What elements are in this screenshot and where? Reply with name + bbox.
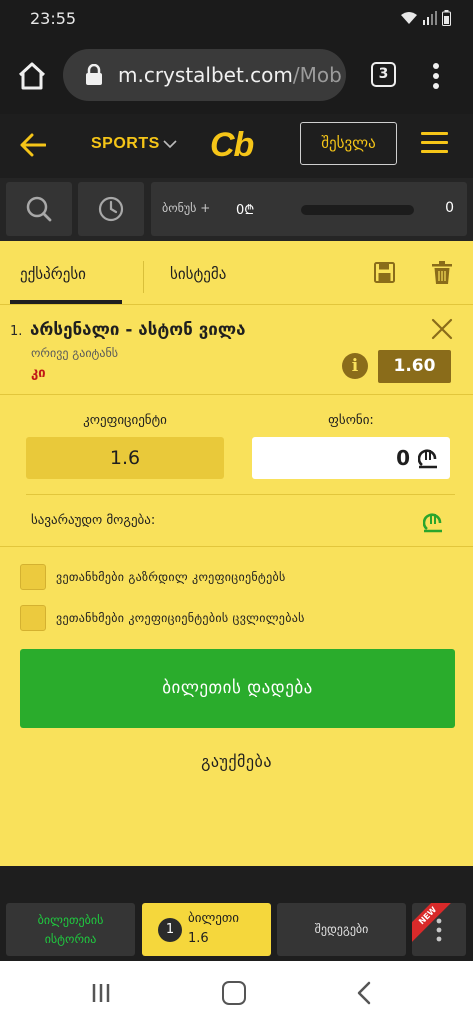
betslip-count-badge: 1 (158, 918, 182, 942)
accept-odds-change-label: ვეთანხმები კოეფიციენტების ცვლილებას (56, 611, 305, 625)
odd-badge: 1.60 (378, 350, 451, 383)
home-icon[interactable] (16, 60, 48, 92)
logo[interactable]: Cb (210, 126, 254, 165)
close-icon[interactable] (431, 318, 453, 340)
accept-odds-change-checkbox[interactable] (20, 605, 46, 631)
stake-input[interactable]: 0 (252, 437, 450, 479)
betslip-tab-odds: 1.6 (188, 931, 209, 946)
home-button[interactable] (222, 981, 246, 1005)
bottom-tab-bar: ბილეთების ისტორია 1 ბილეთი 1.6 შედეგები … (0, 866, 473, 961)
status-bar: 23:55 (0, 0, 473, 38)
bet-event-name: არსენალი - ასტონ ვილა (30, 320, 246, 340)
coefficient-value: 1.6 (26, 437, 224, 479)
coefficient-label: კოეფიციენტი (83, 413, 167, 428)
cancel-button[interactable]: გაუქმება (0, 752, 473, 771)
accept-higher-odds-option[interactable]: ვეთანხმები გაზრდილ კოეფიციენტებს (20, 564, 460, 592)
tab-divider (143, 261, 144, 293)
new-badge: NEW (412, 903, 455, 943)
search-icon (26, 196, 52, 222)
bonus-progress[interactable]: ბონუს + 0₾ 0 (151, 182, 467, 236)
results-tab[interactable]: შედეგები (277, 903, 406, 956)
url-text: m.crystalbet.com/Mob (118, 63, 342, 87)
stake-value: 0 (396, 446, 410, 470)
save-icon[interactable] (374, 262, 395, 283)
lari-icon (423, 513, 442, 533)
android-nav-bar (0, 961, 473, 1024)
browser-bar: m.crystalbet.com/Mob 3 (0, 38, 473, 114)
bonus-label: ბონუს + (162, 201, 211, 215)
menu-dots-icon[interactable] (424, 62, 448, 90)
betslip-tabs: ექსპრესი სისტემა (0, 241, 473, 305)
lari-icon (418, 449, 437, 469)
accept-odds-change-option[interactable]: ვეთანხმები კოეფიციენტების ცვლილებას (20, 605, 460, 633)
status-time: 23:55 (30, 9, 77, 28)
bet-selection: კი (31, 366, 46, 381)
betslip-panel: ექსპრესი სისტემა 1. არსენალი - ასტონ ვილ… (0, 241, 473, 866)
clock-icon (98, 196, 124, 222)
search-button[interactable] (6, 182, 72, 236)
recent-button[interactable] (78, 182, 144, 236)
place-bet-button[interactable]: ბილეთის დადება (20, 649, 455, 728)
url-bar[interactable]: m.crystalbet.com/Mob (63, 49, 346, 101)
bonus-progress-bar (301, 205, 414, 215)
active-tab-indicator (10, 300, 122, 304)
url-domain: m.crystalbet.com (118, 63, 293, 87)
bonus-amount: 0₾ (236, 203, 255, 218)
stake-label: ფსონი: (328, 413, 374, 428)
menu-dots-icon (436, 918, 442, 942)
wifi-icon (401, 12, 417, 24)
app-header: SPORTS Cb შესვლა (0, 114, 473, 178)
battery-icon (442, 10, 451, 26)
bet-index: 1. (10, 324, 23, 339)
recents-icon[interactable] (91, 983, 111, 1003)
tab-express[interactable]: ექსპრესი (20, 265, 86, 283)
info-icon[interactable]: i (342, 353, 368, 379)
betslip-tab-title: ბილეთი (188, 911, 240, 926)
accept-higher-odds-checkbox[interactable] (20, 564, 46, 590)
back-icon[interactable] (357, 981, 371, 1005)
divider (26, 494, 455, 495)
status-icons (400, 10, 451, 26)
trash-icon[interactable] (432, 261, 452, 284)
betslip-tab[interactable]: 1 ბილეთი 1.6 (142, 903, 271, 956)
hamburger-icon[interactable] (421, 132, 448, 154)
signal-icon (423, 11, 437, 25)
accept-higher-odds-label: ვეთანხმები გაზრდილ კოეფიციენტებს (56, 570, 286, 584)
bonus-count: 0 (445, 200, 454, 216)
url-path: /Mob (292, 63, 342, 87)
bet-history-label-line2: ისტორია (44, 932, 97, 946)
bet-market: ორივე გაიტანს (31, 346, 119, 360)
back-arrow-icon[interactable] (20, 133, 46, 157)
toolbar-row: ბონუს + 0₾ 0 (0, 178, 473, 241)
login-button[interactable]: შესვლა (300, 122, 397, 165)
divider (0, 546, 473, 547)
bet-history-label-line1: ბილეთების (37, 913, 104, 927)
bet-history-tab[interactable]: ბილეთების ისტორია (6, 903, 135, 956)
more-tab[interactable]: NEW (412, 903, 466, 956)
chevron-down-icon (163, 140, 177, 149)
tab-system[interactable]: სისტემა (170, 265, 226, 283)
sports-menu-button[interactable]: SPORTS (91, 135, 160, 153)
lock-icon (86, 64, 102, 85)
tab-switcher-button[interactable]: 3 (371, 62, 396, 87)
possible-win-label: სავარაუდო მოგება: (31, 513, 156, 528)
